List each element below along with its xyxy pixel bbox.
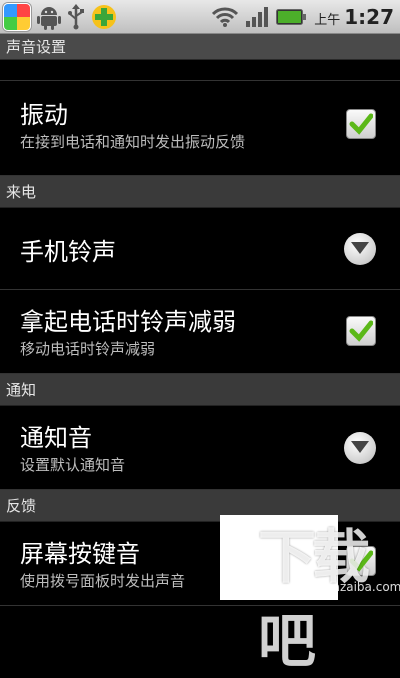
photos-app-icon: [3, 2, 31, 31]
check-icon: [349, 113, 373, 135]
system-indicators: 上午 1:27: [212, 3, 394, 30]
watermark-logo: 下载吧: [258, 523, 370, 675]
signal-icon: [246, 6, 269, 27]
setting-subtitle: 使用拨号面板时发出声音: [20, 572, 186, 590]
android-icon: [37, 4, 61, 30]
notification-sound-dropdown[interactable]: [344, 432, 376, 464]
watermark-url: www.xiazaiba.com: [290, 580, 400, 594]
check-icon: [349, 320, 373, 342]
usb-icon: [67, 3, 85, 30]
notification-icons: [3, 2, 117, 31]
wifi-icon: [212, 7, 239, 27]
list-spacer: [0, 60, 400, 81]
setting-title: 拿起电话时铃声减弱: [20, 308, 236, 336]
setting-ringtone[interactable]: 手机铃声: [0, 208, 400, 290]
ringtone-dropdown[interactable]: [344, 233, 376, 265]
page-title: 声音设置: [0, 34, 400, 60]
setting-title: 屏幕按键音: [20, 540, 140, 568]
battery-icon: [276, 8, 307, 25]
setting-vibrate[interactable]: 振动 在接到电话和通知时发出振动反馈: [0, 81, 400, 176]
chevron-down-icon: [351, 441, 369, 453]
chevron-down-icon: [351, 242, 369, 254]
setting-subtitle: 在接到电话和通知时发出振动反馈: [20, 133, 246, 151]
setting-title: 手机铃声: [20, 238, 116, 266]
am-pm-label: 上午: [314, 12, 341, 28]
section-header-incoming-call: 来电: [0, 176, 400, 208]
setting-title: 通知音: [20, 424, 92, 452]
setting-subtitle: 设置默认通知音: [20, 456, 126, 474]
setting-pickup-quiet[interactable]: 拿起电话时铃声减弱 移动电话时铃声减弱: [0, 290, 400, 374]
vibrate-checkbox[interactable]: [346, 109, 376, 139]
pickup-quiet-checkbox[interactable]: [346, 316, 376, 346]
status-bar: 上午 1:27: [0, 0, 400, 34]
setting-title: 振动: [20, 101, 68, 129]
security-plus-icon: [91, 4, 117, 30]
section-header-notification: 通知: [0, 374, 400, 406]
time-label: 1:27: [344, 4, 394, 29]
setting-subtitle: 移动电话时铃声减弱: [20, 340, 156, 358]
status-clock: 上午 1:27: [314, 5, 394, 29]
setting-notification-sound[interactable]: 通知音 设置默认通知音: [0, 406, 400, 490]
